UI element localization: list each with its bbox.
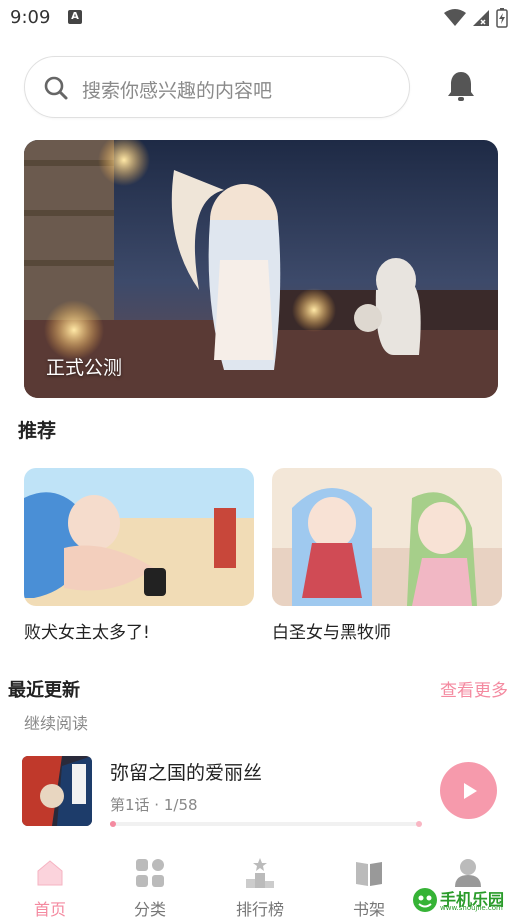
nav-label-bookshelf: 书架 [352, 900, 385, 919]
battery-icon [496, 8, 508, 28]
reading-progress-start [110, 821, 116, 827]
banner-caption: 正式公测 [46, 357, 123, 379]
status-time: 9:09 [10, 7, 51, 28]
recommend-title: 推荐 [18, 420, 57, 442]
recent-title: 最近更新 [8, 680, 80, 701]
podium-icon [246, 858, 274, 888]
nav-label-ranking: 排行榜 [235, 900, 284, 919]
view-more-link[interactable]: 查看更多 [440, 676, 508, 701]
home-icon [37, 860, 63, 886]
status-icons [444, 8, 508, 28]
reading-progress-end [416, 821, 422, 827]
signal-icon [473, 10, 489, 26]
continue-title[interactable]: 弥留之国的爱丽丝 [110, 758, 262, 785]
nav-bookshelf[interactable]: 书架 [329, 856, 409, 920]
recommend-cover [24, 468, 254, 606]
recommend-item-title: 白圣女与黑牧师 [272, 623, 391, 643]
recommend-cover [272, 468, 502, 606]
notification-icon: A [68, 10, 82, 24]
nav-label-category: 分类 [133, 900, 166, 919]
status-bar: 9:09 A [0, 0, 520, 36]
nav-home[interactable]: 首页 [10, 856, 90, 920]
nav-ranking[interactable]: 排行榜 [220, 856, 300, 920]
nav-label-home: 首页 [33, 900, 66, 919]
book-icon [356, 862, 382, 886]
continue-reading-label: 继续阅读 [24, 714, 89, 733]
bell-icon[interactable] [446, 70, 476, 102]
search-icon [44, 76, 68, 100]
watermark-logo: 手机乐园 www.shoujile.com [410, 884, 510, 916]
continue-progress-text: 第1话 · 1/58 [110, 796, 198, 814]
banner[interactable]: 正式公测 [24, 140, 498, 398]
play-icon [463, 782, 477, 799]
recommend-card[interactable]: 败犬女主太多了! [24, 468, 254, 643]
continue-cover[interactable] [22, 756, 92, 826]
search-bar[interactable]: 搜索你感兴趣的内容吧 [24, 56, 410, 118]
recommend-item-title: 败犬女主太多了! [24, 623, 150, 643]
recommend-card[interactable]: 白圣女与黑牧师 [272, 468, 502, 643]
grid-icon [136, 859, 164, 887]
play-button[interactable] [440, 762, 497, 819]
nav-category[interactable]: 分类 [110, 856, 190, 920]
search-placeholder: 搜索你感兴趣的内容吧 [82, 80, 273, 102]
wifi-icon [444, 9, 466, 26]
reading-progress-bar [110, 821, 422, 827]
